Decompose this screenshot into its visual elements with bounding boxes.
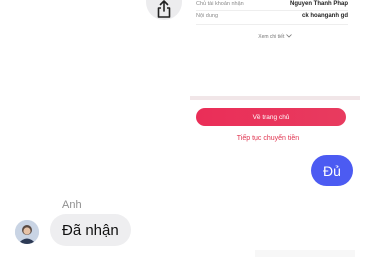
chevron-down-icon: [285, 34, 292, 40]
sent-message-bubble[interactable]: Đủ: [311, 155, 353, 186]
receipt-value: Nguyen Thanh Phap: [289, 1, 348, 7]
received-message-bubble[interactable]: Đã nhận: [50, 214, 131, 246]
section-separator: [190, 96, 360, 100]
receipt-label: Chủ tài khoản nhận: [196, 1, 244, 7]
details-link[interactable]: Xem chi tiết: [190, 34, 360, 40]
divider: [196, 24, 348, 25]
avatar[interactable]: [15, 220, 39, 244]
received-message-text: Đã nhận: [62, 221, 119, 239]
share-icon: [156, 0, 172, 23]
share-button[interactable]: [146, 0, 182, 20]
receipt-row-content: Nội dung ck hoanganh gd: [196, 13, 348, 19]
continue-transfer-link[interactable]: Tiếp tục chuyển tiền: [190, 135, 346, 142]
transfer-receipt-image[interactable]: Chủ tài khoản nhận Nguyen Thanh Phap Nội…: [190, 0, 360, 157]
home-button[interactable]: Về trang chủ: [196, 108, 346, 126]
receipt-value: ck hoanganh gd: [301, 13, 348, 19]
input-area-edge: [255, 250, 355, 257]
receipt-label: Nội dung: [196, 13, 219, 19]
sender-name: Anh: [62, 199, 82, 211]
divider: [196, 10, 348, 11]
receipt-row-recipient: Chủ tài khoản nhận Nguyen Thanh Phap: [196, 1, 348, 7]
details-link-label: Xem chi tiết: [258, 34, 285, 40]
